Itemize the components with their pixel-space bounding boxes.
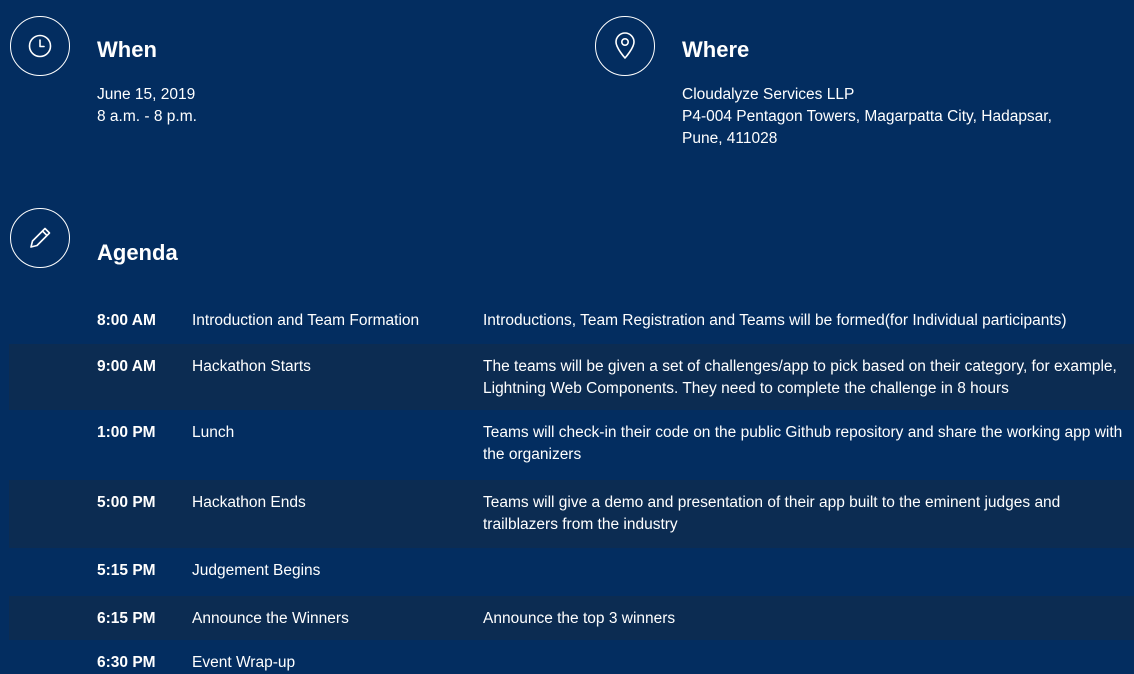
- agenda-row: 8:00 AM Introduction and Team Formation …: [9, 298, 1134, 344]
- agenda-row: 5:00 PM Hackathon Ends Teams will give a…: [9, 480, 1134, 548]
- agenda-row: 6:30 PM Event Wrap-up: [9, 640, 1134, 673]
- agenda-row: 6:15 PM Announce the Winners Announce th…: [9, 596, 1134, 640]
- clock-icon: [10, 16, 70, 76]
- agenda-time: 1:00 PM: [97, 424, 156, 441]
- agenda-time: 9:00 AM: [97, 358, 156, 375]
- pencil-icon: [10, 208, 70, 268]
- agenda-row: 1:00 PM Lunch Teams will check-in their …: [9, 410, 1134, 480]
- where-details: Cloudalyze Services LLP P4-004 Pentagon …: [682, 84, 1052, 150]
- agenda-row: 9:00 AM Hackathon Starts The teams will …: [9, 344, 1134, 410]
- agenda-time: 6:30 PM: [97, 654, 156, 671]
- venue-name: Cloudalyze Services LLP: [682, 86, 855, 103]
- event-date: June 15, 2019: [97, 86, 196, 103]
- venue-city: Pune, 411028: [682, 130, 778, 147]
- agenda-title: Introduction and Team Formation: [192, 312, 420, 329]
- when-heading: When: [97, 37, 157, 62]
- agenda-title: Judgement Begins: [192, 562, 321, 579]
- agenda-title: Lunch: [192, 424, 235, 441]
- agenda-row: 5:15 PM Judgement Begins: [9, 548, 1134, 596]
- agenda-heading: Agenda: [97, 240, 178, 265]
- agenda-time: 5:00 PM: [97, 494, 156, 511]
- agenda-description: Announce the top 3 winners: [483, 610, 676, 627]
- agenda-title: Announce the Winners: [192, 610, 349, 627]
- agenda-description: Teams will give a demo and presentation …: [483, 494, 1061, 533]
- agenda-description: The teams will be given a set of challen…: [483, 358, 1117, 397]
- agenda-title: Event Wrap-up: [192, 654, 296, 671]
- agenda-time: 8:00 AM: [97, 312, 156, 329]
- where-heading: Where: [682, 37, 750, 62]
- agenda-title: Hackathon Starts: [192, 358, 311, 375]
- when-details: June 15, 2019 8 a.m. - 8 p.m.: [97, 84, 197, 128]
- agenda-time: 6:15 PM: [97, 610, 156, 627]
- venue-address: P4-004 Pentagon Towers, Magarpatta City,…: [682, 108, 1052, 125]
- event-time: 8 a.m. - 8 p.m.: [97, 108, 197, 125]
- agenda-description: Teams will check-in their code on the pu…: [483, 424, 1123, 463]
- agenda-time: 5:15 PM: [97, 562, 156, 579]
- agenda-description: Introductions, Team Registration and Tea…: [483, 312, 1067, 329]
- location-pin-icon: [595, 16, 655, 76]
- agenda-table: 8:00 AM Introduction and Team Formation …: [9, 298, 1134, 673]
- agenda-title: Hackathon Ends: [192, 494, 306, 511]
